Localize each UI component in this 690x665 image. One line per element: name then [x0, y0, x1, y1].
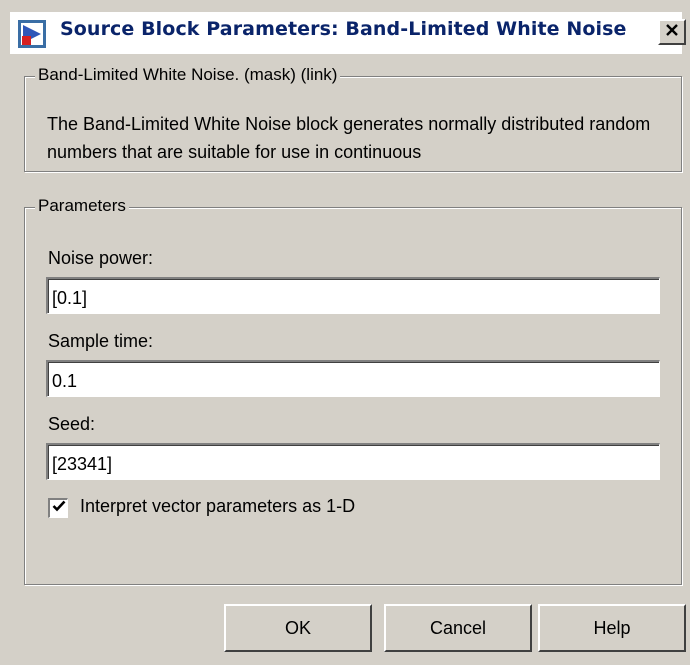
- check-icon: [52, 499, 66, 518]
- seed-label: Seed:: [48, 414, 96, 434]
- noise-power-input[interactable]: [46, 277, 660, 314]
- seed-input[interactable]: [46, 443, 660, 480]
- close-button[interactable]: [658, 19, 686, 45]
- block-parameters-dialog: Source Block Parameters: Band-Limited Wh…: [0, 0, 690, 665]
- block-description: The Band-Limited White Noise block gener…: [47, 114, 651, 162]
- parameters-group-title: Parameters: [35, 196, 129, 216]
- ok-button[interactable]: OK: [224, 604, 372, 652]
- description-group-title: Band-Limited White Noise. (mask) (link): [35, 65, 341, 85]
- sample-time-label: Sample time:: [48, 331, 154, 351]
- help-button[interactable]: Help: [538, 604, 686, 652]
- cancel-button[interactable]: Cancel: [384, 604, 532, 652]
- interpret-vector-label[interactable]: Interpret vector parameters as 1-D: [80, 496, 355, 517]
- window-title: Source Block Parameters: Band-Limited Wh…: [60, 18, 627, 40]
- simulink-block-icon[interactable]: [18, 20, 46, 48]
- interpret-vector-checkbox[interactable]: [48, 498, 68, 518]
- sample-time-input[interactable]: [46, 360, 660, 397]
- noise-power-label: Noise power:: [48, 248, 154, 268]
- close-icon: [665, 23, 679, 42]
- title-bar[interactable]: Source Block Parameters: Band-Limited Wh…: [10, 12, 686, 54]
